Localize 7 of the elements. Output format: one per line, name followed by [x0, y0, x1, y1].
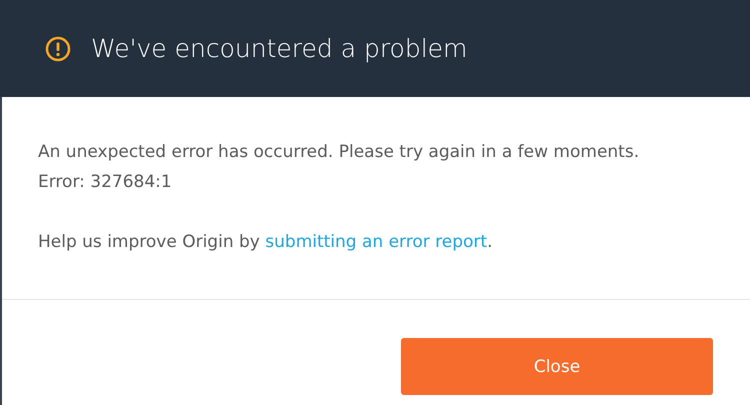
error-message: Error: 327684:1 — [38, 171, 173, 194]
warning-icon — [45, 36, 71, 62]
help-text: Help us improve Origin by submitting an error report. — [38, 231, 494, 254]
error-report-link[interactable]: submitting an error report — [265, 232, 488, 252]
close-button[interactable]: Close — [401, 338, 713, 395]
error-message: An unexpected error has occurred. Please try again in a few moments. — [38, 141, 640, 164]
dialog-title: We've encountered a problem — [91, 34, 468, 63]
